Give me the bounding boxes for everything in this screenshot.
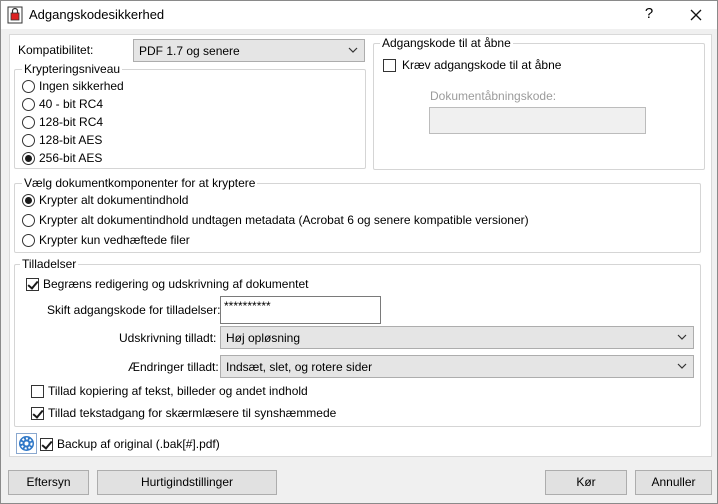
chevron-down-icon [677,363,687,369]
compatibility-select[interactable]: PDF 1.7 og senere [133,39,365,62]
radio-128-bit-aes-label: 128-bit AES [39,133,103,147]
printing-allowed-select[interactable]: Høj opløsning [220,326,694,349]
permissions-password-value: ********** [224,299,271,313]
backup-checkbox[interactable] [40,438,53,451]
help-button[interactable]: ? [637,5,661,25]
cancel-button[interactable]: Annuller [635,470,712,495]
encryption-level-legend: Krypteringsniveau [22,62,123,76]
compatibility-label: Kompatibilitet: [18,43,94,57]
allow-copy-label: Tillad kopiering af tekst, billeder og a… [48,384,308,398]
allow-copy-checkbox[interactable] [31,385,44,398]
restrict-editing-label: Begræns redigering og udskrivning af dok… [43,277,309,291]
quick-settings-button[interactable]: Hurtigindstillinger [97,470,277,495]
preview-button[interactable]: Eftersyn [8,470,89,495]
radio-128-bit-aes[interactable] [22,134,35,147]
doc-password-input[interactable] [429,107,646,134]
radio-encrypt-attachments[interactable] [22,234,35,247]
window-title: Adgangskodesikkerhed [29,7,165,22]
radio-encrypt-all[interactable] [22,194,35,207]
doc-password-label: Dokumentåbningskode: [430,89,557,103]
restrict-editing-checkbox[interactable] [26,278,39,291]
chevron-down-icon [348,47,358,53]
radio-no-security[interactable] [22,80,35,93]
radio-40-bit-rc4[interactable] [22,98,35,111]
change-password-label: Skift adgangskode for tilladelser: [47,303,221,317]
printing-allowed-value: Høj opløsning [226,331,301,345]
components-legend: Vælg dokumentkomponenter for at kryptere [22,176,258,190]
allow-screenreader-checkbox[interactable] [31,407,44,420]
allow-screenreader-label: Tillad tekstadgang for skærmlæsere til s… [48,406,337,420]
close-icon [690,9,702,21]
changes-allowed-value: Indsæt, slet, og rotere sider [226,360,373,374]
changes-allowed-select[interactable]: Indsæt, slet, og rotere sider [220,355,694,378]
require-open-password-checkbox[interactable] [383,59,396,72]
require-open-password-label: Kræv adgangskode til at åbne [402,58,562,72]
radio-encrypt-except-metadata-label: Krypter alt dokumentindhold undtagen met… [39,213,529,227]
settings-gear-icon [19,436,34,451]
title-bar: Adgangskodesikkerhed ? [1,1,717,29]
close-button[interactable] [677,1,715,29]
permissions-password-input[interactable]: ********** [220,296,381,324]
main-panel: Kompatibilitet: PDF 1.7 og senere Krypte… [9,34,712,457]
pdf-lock-app-icon [7,6,23,24]
run-button[interactable]: Kør [545,470,627,495]
printing-allowed-label: Udskrivning tilladt: [119,331,217,345]
dialog-window: Adgangskodesikkerhed ? Kompatibilitet: P… [0,0,718,504]
backup-settings-button[interactable] [16,433,37,454]
radio-128-bit-rc4[interactable] [22,116,35,129]
backup-label: Backup af original (.bak[#].pdf) [57,437,220,451]
chevron-down-icon [677,334,687,340]
radio-256-bit-aes-label: 256-bit AES [39,151,103,165]
radio-40-bit-rc4-label: 40 - bit RC4 [39,97,104,111]
radio-256-bit-aes[interactable] [22,152,35,165]
permissions-legend: Tilladelser [20,257,79,271]
changes-allowed-label: Ændringer tilladt: [128,360,219,374]
radio-128-bit-rc4-label: 128-bit RC4 [39,115,104,129]
compatibility-value: PDF 1.7 og senere [139,44,240,58]
radio-encrypt-attachments-label: Krypter kun vedhæftede filer [39,233,190,247]
radio-no-security-label: Ingen sikkerhed [39,79,124,93]
radio-encrypt-all-label: Krypter alt dokumentindhold [39,193,189,207]
radio-encrypt-except-metadata[interactable] [22,214,35,227]
open-password-legend: Adgangskode til at åbne [380,36,513,50]
